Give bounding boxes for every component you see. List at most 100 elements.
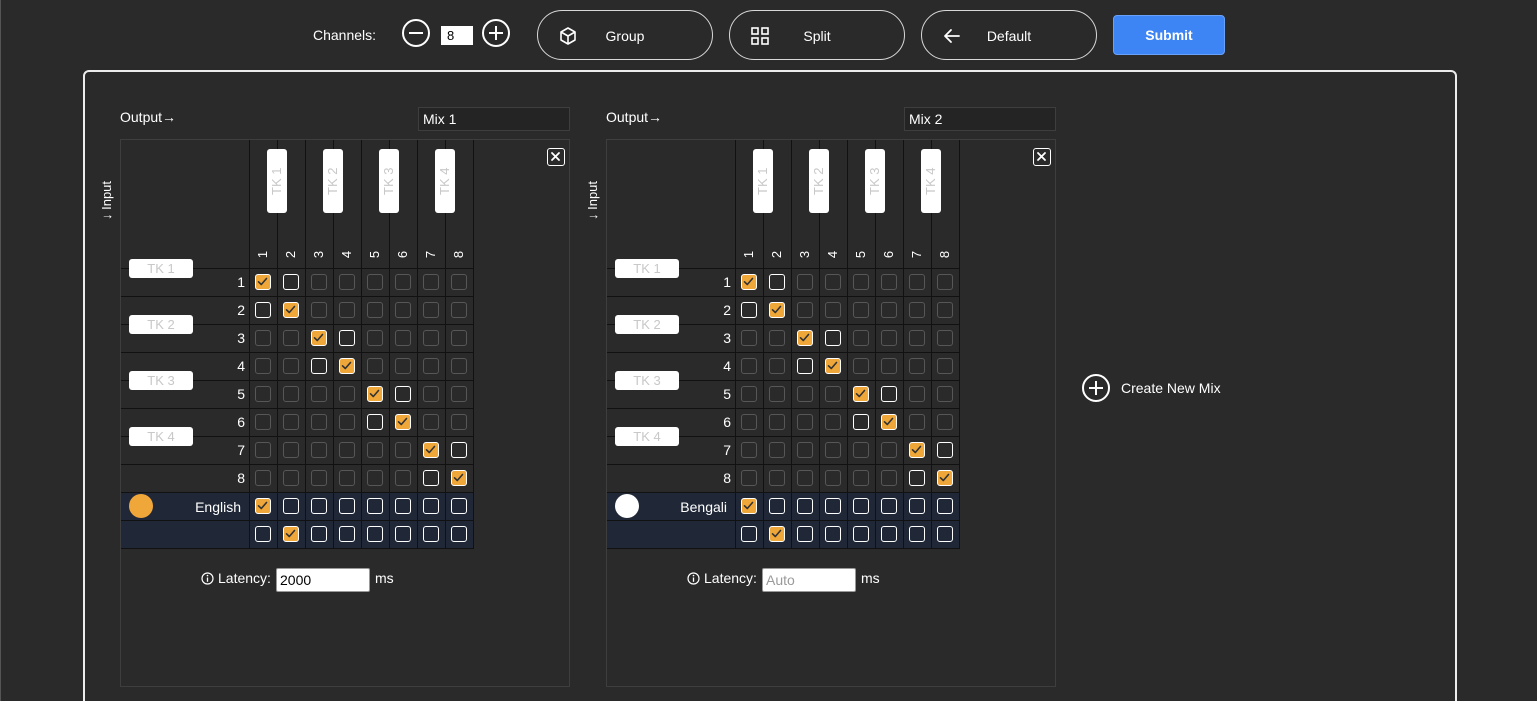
route-checkbox[interactable] — [797, 470, 813, 486]
route-checkbox[interactable] — [825, 330, 841, 346]
route-checkbox[interactable] — [367, 274, 383, 290]
track-row-label[interactable]: TK 1 — [129, 259, 193, 278]
route-checkbox[interactable] — [881, 386, 897, 402]
route-checkbox[interactable] — [769, 470, 785, 486]
route-checkbox[interactable] — [255, 442, 271, 458]
route-checkbox[interactable] — [909, 526, 925, 542]
route-checkbox[interactable] — [741, 358, 757, 374]
route-checkbox[interactable] — [395, 330, 411, 346]
route-checkbox[interactable] — [311, 498, 327, 514]
route-checkbox[interactable] — [395, 358, 411, 374]
track-column-label[interactable]: TK 3 — [379, 149, 399, 213]
route-checkbox[interactable] — [311, 274, 327, 290]
route-checkbox[interactable] — [797, 526, 813, 542]
route-checkbox[interactable] — [881, 274, 897, 290]
route-checkbox[interactable] — [339, 414, 355, 430]
route-checkbox[interactable] — [283, 330, 299, 346]
route-checkbox[interactable] — [283, 442, 299, 458]
route-checkbox[interactable] — [937, 526, 953, 542]
route-checkbox[interactable] — [423, 302, 439, 318]
route-checkbox[interactable] — [311, 386, 327, 402]
route-checkbox[interactable] — [339, 274, 355, 290]
route-checkbox[interactable] — [339, 358, 355, 374]
route-checkbox[interactable] — [367, 498, 383, 514]
route-checkbox[interactable] — [825, 498, 841, 514]
route-checkbox[interactable] — [825, 414, 841, 430]
route-checkbox[interactable] — [825, 302, 841, 318]
route-checkbox[interactable] — [881, 498, 897, 514]
submit-button[interactable]: Submit — [1113, 15, 1225, 55]
route-checkbox[interactable] — [797, 302, 813, 318]
route-checkbox[interactable] — [741, 330, 757, 346]
route-checkbox[interactable] — [937, 330, 953, 346]
route-checkbox[interactable] — [853, 330, 869, 346]
decrease-channels-button[interactable] — [401, 18, 431, 48]
route-checkbox[interactable] — [825, 274, 841, 290]
route-checkbox[interactable] — [769, 498, 785, 514]
route-checkbox[interactable] — [423, 526, 439, 542]
route-checkbox[interactable] — [339, 526, 355, 542]
route-checkbox[interactable] — [423, 274, 439, 290]
route-checkbox[interactable] — [769, 386, 785, 402]
route-checkbox[interactable] — [339, 330, 355, 346]
route-checkbox[interactable] — [797, 386, 813, 402]
route-checkbox[interactable] — [255, 274, 271, 290]
route-checkbox[interactable] — [909, 330, 925, 346]
route-checkbox[interactable] — [741, 470, 757, 486]
route-checkbox[interactable] — [255, 302, 271, 318]
close-mix-button[interactable] — [1033, 148, 1051, 166]
route-checkbox[interactable] — [909, 498, 925, 514]
route-checkbox[interactable] — [909, 358, 925, 374]
route-checkbox[interactable] — [797, 274, 813, 290]
route-checkbox[interactable] — [769, 330, 785, 346]
route-checkbox[interactable] — [937, 414, 953, 430]
route-checkbox[interactable] — [853, 526, 869, 542]
route-checkbox[interactable] — [451, 526, 467, 542]
route-checkbox[interactable] — [853, 302, 869, 318]
route-checkbox[interactable] — [311, 414, 327, 430]
route-checkbox[interactable] — [769, 302, 785, 318]
route-checkbox[interactable] — [339, 470, 355, 486]
route-checkbox[interactable] — [423, 330, 439, 346]
route-checkbox[interactable] — [741, 414, 757, 430]
route-checkbox[interactable] — [825, 470, 841, 486]
route-checkbox[interactable] — [451, 302, 467, 318]
route-checkbox[interactable] — [853, 498, 869, 514]
track-column-label[interactable]: TK 4 — [921, 149, 941, 213]
track-column-label[interactable]: TK 3 — [865, 149, 885, 213]
track-row-label[interactable]: TK 2 — [615, 315, 679, 334]
route-checkbox[interactable] — [367, 358, 383, 374]
route-checkbox[interactable] — [741, 442, 757, 458]
route-checkbox[interactable] — [423, 358, 439, 374]
route-checkbox[interactable] — [937, 386, 953, 402]
route-checkbox[interactable] — [741, 302, 757, 318]
route-checkbox[interactable] — [255, 470, 271, 486]
track-column-label[interactable]: TK 2 — [323, 149, 343, 213]
route-checkbox[interactable] — [367, 302, 383, 318]
route-checkbox[interactable] — [451, 330, 467, 346]
route-checkbox[interactable] — [741, 498, 757, 514]
split-button[interactable]: Split — [729, 10, 905, 60]
route-checkbox[interactable] — [937, 358, 953, 374]
route-checkbox[interactable] — [255, 330, 271, 346]
route-checkbox[interactable] — [423, 470, 439, 486]
channels-input[interactable] — [441, 26, 473, 45]
route-checkbox[interactable] — [769, 526, 785, 542]
route-checkbox[interactable] — [825, 442, 841, 458]
route-checkbox[interactable] — [937, 274, 953, 290]
mix-name-input[interactable] — [904, 107, 1056, 131]
route-checkbox[interactable] — [283, 274, 299, 290]
route-checkbox[interactable] — [853, 274, 869, 290]
route-checkbox[interactable] — [769, 442, 785, 458]
route-checkbox[interactable] — [451, 470, 467, 486]
latency-input[interactable] — [762, 568, 856, 592]
route-checkbox[interactable] — [339, 302, 355, 318]
route-checkbox[interactable] — [909, 414, 925, 430]
route-checkbox[interactable] — [937, 302, 953, 318]
route-checkbox[interactable] — [881, 358, 897, 374]
route-checkbox[interactable] — [881, 470, 897, 486]
route-checkbox[interactable] — [283, 302, 299, 318]
route-checkbox[interactable] — [311, 442, 327, 458]
route-checkbox[interactable] — [283, 498, 299, 514]
route-checkbox[interactable] — [909, 470, 925, 486]
